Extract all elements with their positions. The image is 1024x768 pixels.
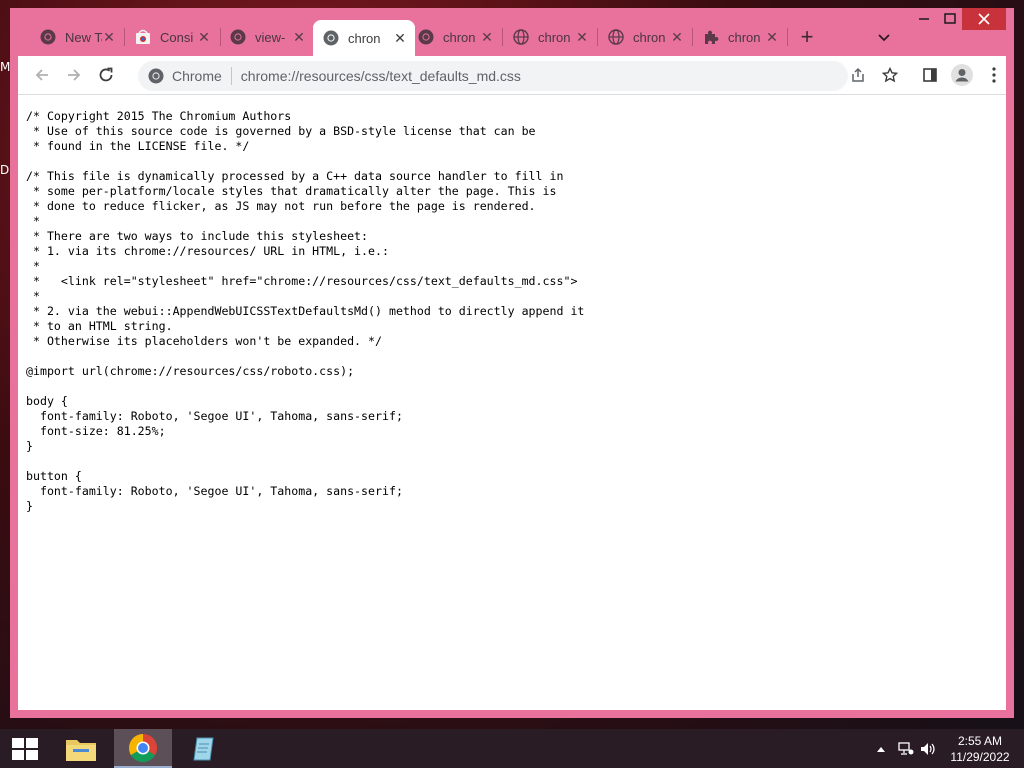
css-source-text: /* Copyright 2015 The Chromium Authors *… bbox=[26, 109, 585, 513]
arrow-right-icon bbox=[68, 69, 81, 81]
taskbar-notepad[interactable] bbox=[176, 729, 234, 768]
reload-button[interactable] bbox=[92, 61, 120, 89]
tab-view-source[interactable]: view- ✕ bbox=[220, 20, 314, 54]
tab-search-button[interactable] bbox=[872, 28, 896, 48]
profile-button[interactable] bbox=[948, 61, 976, 89]
tab-new-tab[interactable]: New Tab ✕ bbox=[30, 20, 124, 54]
address-bar[interactable]: Chrome chrome://resources/css/text_defau… bbox=[138, 61, 848, 91]
desktop-letter-d: D bbox=[0, 163, 10, 177]
show-hidden-icons-button[interactable] bbox=[874, 729, 888, 768]
network-icon bbox=[898, 741, 914, 755]
taskbar-clock[interactable]: 2:55 AM 11/29/2022 bbox=[938, 733, 1022, 765]
forward-button[interactable] bbox=[60, 61, 88, 89]
site-chip: Chrome bbox=[172, 68, 222, 84]
volume-button[interactable] bbox=[918, 729, 938, 768]
taskbar-file-explorer[interactable] bbox=[52, 729, 110, 768]
close-icon[interactable]: ✕ bbox=[393, 30, 407, 46]
avatar-icon bbox=[951, 64, 973, 86]
arrow-left-icon bbox=[35, 69, 48, 81]
side-panel-button[interactable] bbox=[916, 61, 944, 89]
taskbar-chrome[interactable] bbox=[114, 729, 172, 768]
chevron-up-icon bbox=[877, 746, 885, 752]
clock-date: 11/29/2022 bbox=[950, 750, 1010, 764]
tab-label: Consi bbox=[160, 29, 194, 45]
close-icon bbox=[978, 13, 990, 25]
browser-toolbar: Chrome chrome://resources/css/text_defau… bbox=[18, 56, 1006, 94]
share-button[interactable] bbox=[844, 61, 872, 89]
new-tab-button[interactable]: + bbox=[795, 24, 819, 49]
close-icon[interactable]: ✕ bbox=[670, 29, 684, 45]
tab-consi[interactable]: Consi ✕ bbox=[125, 20, 219, 54]
chrome-icon bbox=[230, 29, 246, 45]
tab-label: chron bbox=[728, 29, 761, 45]
chrome-icon bbox=[418, 29, 434, 45]
windows-logo-icon bbox=[12, 737, 38, 760]
maximize-button[interactable] bbox=[936, 8, 964, 30]
start-button[interactable] bbox=[0, 729, 50, 768]
side-panel-icon bbox=[923, 68, 937, 82]
globe-icon bbox=[513, 29, 529, 45]
tab-chrome-1[interactable]: chron ✕ bbox=[408, 20, 502, 54]
puzzle-icon bbox=[703, 29, 719, 45]
taskbar: 2:55 AM 11/29/2022 bbox=[0, 729, 1024, 768]
network-button[interactable] bbox=[896, 729, 916, 768]
minimize-icon bbox=[919, 18, 929, 20]
globe-icon bbox=[608, 29, 624, 45]
back-button[interactable] bbox=[28, 61, 56, 89]
desktop-letter-m: M bbox=[0, 60, 11, 74]
close-icon[interactable]: ✕ bbox=[197, 29, 211, 45]
divider bbox=[230, 67, 232, 85]
kebab-menu-icon bbox=[992, 67, 996, 83]
tab-label: chron bbox=[633, 29, 666, 45]
folder-icon bbox=[66, 739, 96, 761]
reload-icon bbox=[99, 67, 113, 82]
clock-time: 2:55 AM bbox=[957, 734, 1003, 748]
tab-label: chron bbox=[538, 29, 571, 45]
tab-chrome-3[interactable]: chron ✕ bbox=[598, 20, 692, 54]
tab-chrome-2[interactable]: chron ✕ bbox=[503, 20, 597, 54]
tab-label: view- bbox=[255, 29, 286, 45]
notepad-icon bbox=[193, 737, 214, 760]
close-icon[interactable]: ✕ bbox=[102, 29, 116, 45]
minimize-button[interactable] bbox=[910, 8, 938, 30]
window-close-button[interactable] bbox=[962, 8, 1006, 30]
close-icon[interactable]: ✕ bbox=[575, 29, 589, 45]
bookmark-button[interactable] bbox=[876, 61, 904, 89]
close-icon[interactable]: ✕ bbox=[765, 29, 779, 45]
chrome-icon bbox=[129, 733, 157, 762]
speaker-icon bbox=[921, 742, 935, 755]
menu-button[interactable] bbox=[980, 61, 1008, 89]
chrome-web-store-icon bbox=[135, 29, 151, 45]
tab-label: chron bbox=[348, 30, 381, 46]
tab-chrome-4[interactable]: chron ✕ bbox=[693, 20, 787, 54]
chevron-down-icon bbox=[878, 34, 890, 42]
close-icon[interactable]: ✕ bbox=[480, 29, 494, 45]
tab-active[interactable]: chron ✕ bbox=[313, 20, 415, 56]
tab-label: chron bbox=[443, 29, 476, 45]
url-text[interactable]: chrome://resources/css/text_defaults_md.… bbox=[241, 68, 521, 84]
tab-label: New Tab bbox=[65, 29, 102, 45]
plus-icon: + bbox=[800, 24, 814, 49]
share-icon bbox=[852, 67, 864, 82]
chrome-icon bbox=[148, 68, 164, 84]
chrome-icon bbox=[323, 30, 339, 46]
chrome-icon bbox=[40, 29, 56, 45]
chrome-window: New Tab ✕ Consi ✕ view- ✕ chron ✕ bbox=[10, 8, 1014, 718]
page-content: /* Copyright 2015 The Chromium Authors *… bbox=[18, 94, 1006, 710]
maximize-icon bbox=[944, 13, 956, 24]
star-icon bbox=[882, 67, 898, 83]
close-icon[interactable]: ✕ bbox=[292, 29, 306, 45]
tab-strip: New Tab ✕ Consi ✕ view- ✕ chron ✕ bbox=[10, 8, 1014, 56]
